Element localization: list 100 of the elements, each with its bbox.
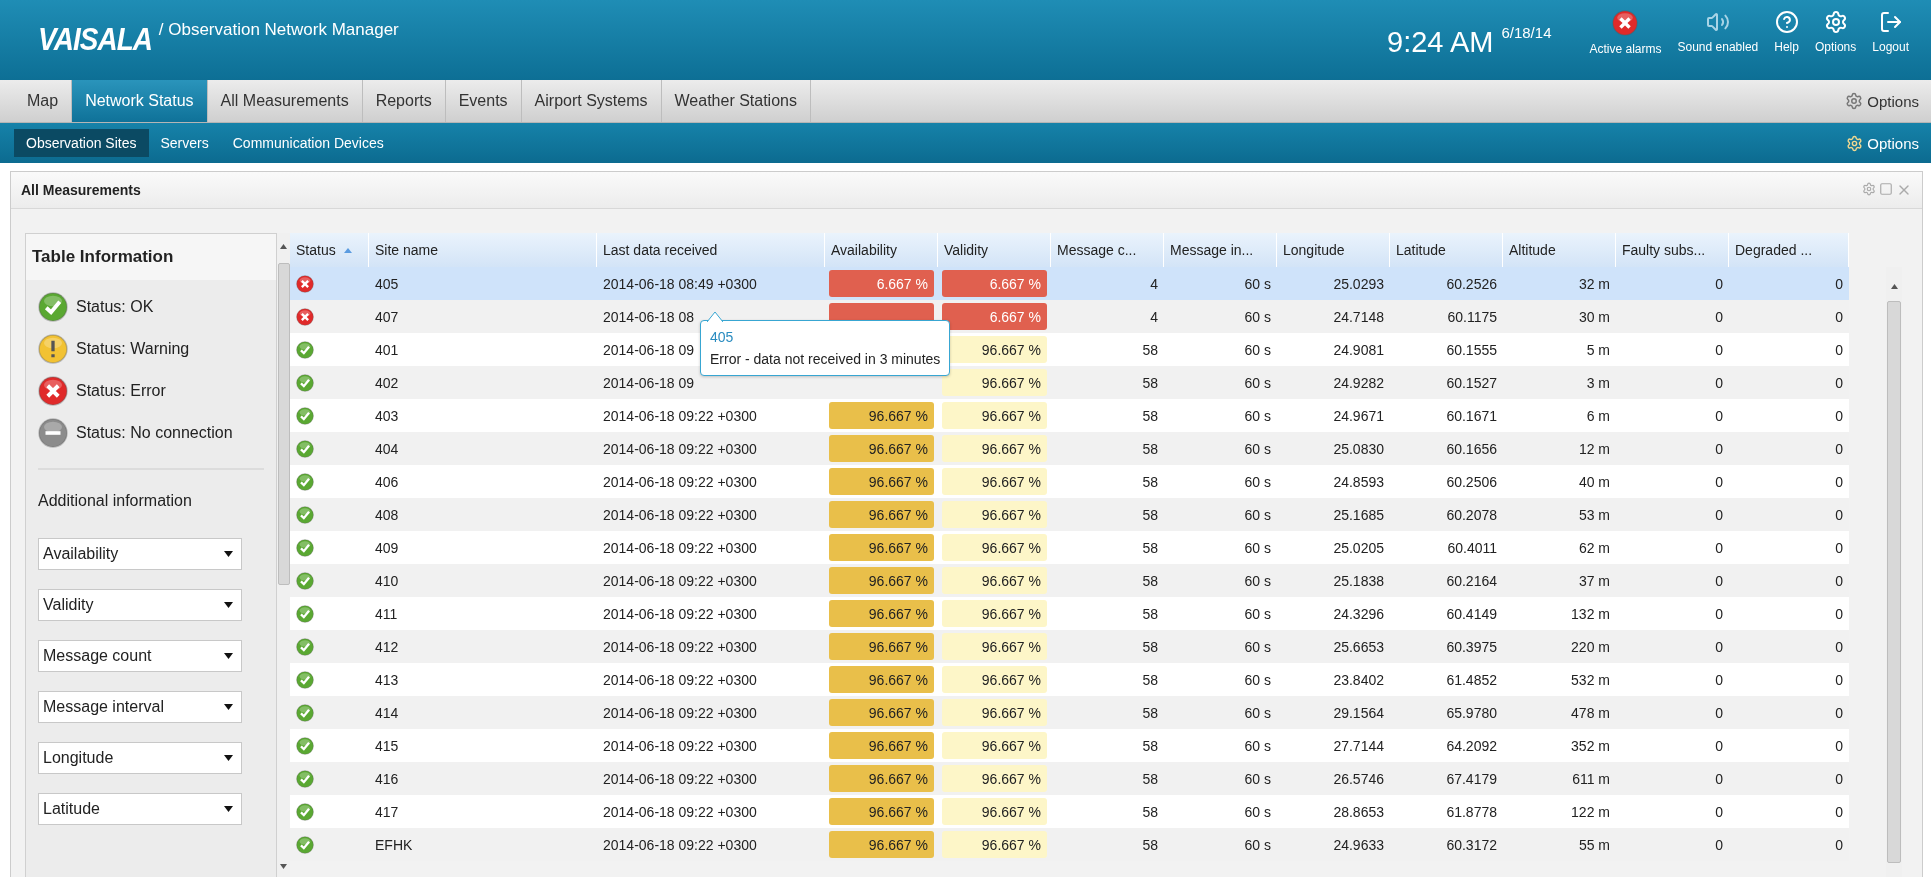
table-cell: 24.9081 xyxy=(1333,341,1384,358)
table-cell: 65.9780 xyxy=(1446,704,1497,721)
column-label: Site name xyxy=(375,242,439,258)
column-label: Last data received xyxy=(603,242,718,258)
table-cell: 404 xyxy=(375,440,399,457)
table-cell: 60.2506 xyxy=(1446,473,1497,490)
availability-value: 96.667 % xyxy=(829,600,934,627)
table-cell: 2014-06-18 09:22 +0300 xyxy=(603,638,757,655)
table-cell: 2014-06-18 09:22 +0300 xyxy=(603,506,757,523)
table-cell: 0 xyxy=(1835,605,1843,622)
table-cell: 532 m xyxy=(1571,671,1610,688)
table-cell: 0 xyxy=(1715,836,1723,853)
table-cell: 411 xyxy=(375,605,398,622)
table-cell: 24.7148 xyxy=(1333,308,1384,325)
availability-value: 96.667 % xyxy=(829,501,934,528)
table-cell: 0 xyxy=(1715,605,1723,622)
table-cell: 58 xyxy=(1142,704,1158,721)
table-cell: 58 xyxy=(1142,671,1158,688)
table-cell: 30 m xyxy=(1578,308,1610,325)
table-cell: 60.2078 xyxy=(1446,506,1497,523)
table-cell: 60 s xyxy=(1244,836,1271,853)
table-cell: 0 xyxy=(1715,473,1723,490)
table-cell: 0 xyxy=(1835,539,1843,556)
table-cell: 58 xyxy=(1142,770,1158,787)
table-cell: 61.4852 xyxy=(1446,671,1497,688)
table-cell: 0 xyxy=(1715,440,1723,457)
availability-value: 96.667 % xyxy=(829,666,934,693)
table-cell: 0 xyxy=(1835,341,1843,358)
table-cell: 58 xyxy=(1142,341,1158,358)
table-cell: 2014-06-18 09 xyxy=(603,374,695,391)
validity-value: 96.667 % xyxy=(942,798,1047,825)
table-cell: 2014-06-18 09:22 +0300 xyxy=(603,671,757,688)
table-cell: 0 xyxy=(1715,737,1723,754)
table-cell: 0 xyxy=(1835,374,1843,391)
table-cell: 25.6653 xyxy=(1333,638,1384,655)
table-cell: 55 m xyxy=(1578,836,1610,853)
column-label: Message c... xyxy=(1057,242,1137,258)
table-cell: 25.0205 xyxy=(1333,539,1384,556)
table-cell: 60.1555 xyxy=(1446,341,1497,358)
validity-value: 6.667 % xyxy=(942,303,1047,330)
table-cell: 220 m xyxy=(1571,638,1610,655)
table-cell: 406 xyxy=(375,473,399,490)
table-cell: 67.4179 xyxy=(1446,770,1497,787)
table-cell: 407 xyxy=(375,308,399,325)
table-cell: 27.7144 xyxy=(1333,737,1384,754)
legend-label: Status: OK xyxy=(76,298,154,316)
table-cell: 60.1527 xyxy=(1446,374,1497,391)
column-label: Altitude xyxy=(1509,242,1556,258)
table-cell: 413 xyxy=(375,671,399,688)
table-cell: 60 s xyxy=(1244,605,1271,622)
table-cell: 32 m xyxy=(1578,275,1610,292)
table-cell: 402 xyxy=(375,374,399,391)
table-cell: 60 s xyxy=(1244,671,1271,688)
table-cell: 24.9633 xyxy=(1333,836,1384,853)
table-cell: 60.4011 xyxy=(1447,539,1497,556)
table-cell: 0 xyxy=(1835,770,1843,787)
table-cell: 0 xyxy=(1835,275,1843,292)
table-cell: 414 xyxy=(375,704,399,721)
validity-value: 96.667 % xyxy=(942,369,1047,396)
availability-value: 96.667 % xyxy=(829,798,934,825)
availability-value: 96.667 % xyxy=(829,765,934,792)
table-cell: 58 xyxy=(1142,473,1158,490)
column-label: Status xyxy=(296,242,336,258)
table-cell: 29.1564 xyxy=(1333,704,1384,721)
table-cell: 409 xyxy=(375,539,399,556)
table-cell: 0 xyxy=(1715,275,1723,292)
validity-value: 96.667 % xyxy=(942,666,1047,693)
table-cell: 2014-06-18 09:22 +0300 xyxy=(603,605,757,622)
table-cell: 60 s xyxy=(1244,737,1271,754)
table-cell: 416 xyxy=(375,770,399,787)
logo: VAISALA xyxy=(38,22,153,58)
table-cell: 0 xyxy=(1715,704,1723,721)
table-cell: 0 xyxy=(1715,638,1723,655)
table-cell: 58 xyxy=(1142,572,1158,589)
table-cell: 2014-06-18 09:22 +0300 xyxy=(603,704,757,721)
availability-value: 96.667 % xyxy=(829,402,934,429)
validity-value: 96.667 % xyxy=(942,633,1047,660)
availability-value: 96.667 % xyxy=(829,468,934,495)
validity-value: 96.667 % xyxy=(942,402,1047,429)
table-cell: 2014-06-18 09:22 +0300 xyxy=(603,572,757,589)
table-cell: 58 xyxy=(1142,803,1158,820)
validity-value: 96.667 % xyxy=(942,468,1047,495)
validity-value: 96.667 % xyxy=(942,831,1047,858)
table-cell: 2014-06-18 09:22 +0300 xyxy=(603,539,757,556)
table-cell: 58 xyxy=(1142,374,1158,391)
table-cell: 0 xyxy=(1715,803,1723,820)
table-cell: 0 xyxy=(1715,539,1723,556)
table-cell: 4 xyxy=(1150,275,1158,292)
table-cell: 2014-06-18 09:22 +0300 xyxy=(603,473,757,490)
validity-value: 6.667 % xyxy=(942,270,1047,297)
availability-value: 96.667 % xyxy=(829,831,934,858)
table-cell: 0 xyxy=(1715,374,1723,391)
table-cell: 60.1656 xyxy=(1446,440,1497,457)
table-cell: 0 xyxy=(1835,440,1843,457)
table-cell: 0 xyxy=(1715,770,1723,787)
table-cell: 2014-06-18 09:22 +0300 xyxy=(603,770,757,787)
validity-value: 96.667 % xyxy=(942,600,1047,627)
validity-value: 96.667 % xyxy=(942,534,1047,561)
table-cell: 405 xyxy=(375,275,399,292)
legend-label: Status: No connection xyxy=(76,424,233,442)
